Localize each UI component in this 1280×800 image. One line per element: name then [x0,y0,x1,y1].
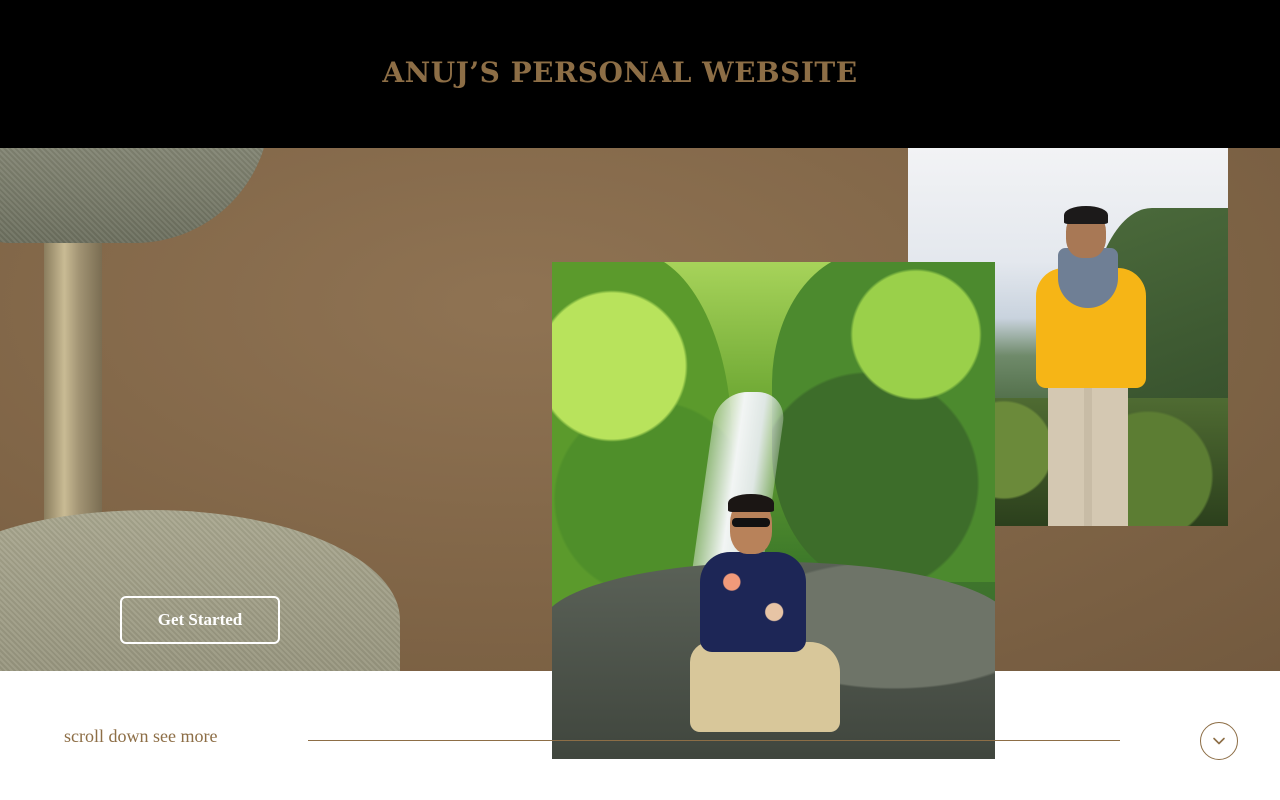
photo-person-hair [1064,206,1108,224]
photo-person-shirt [700,552,806,652]
site-header: ANUJ’S PERSONAL WEBSITE [0,0,1280,148]
site-title: ANUJ’S PERSONAL WEBSITE [382,56,858,89]
photo-person-sunglasses [732,518,770,527]
chair-backrest-decoration [0,148,270,243]
get-started-button[interactable]: Get Started [120,596,280,644]
photo-foliage-right [772,262,995,582]
chevron-down-icon [1213,737,1225,745]
man-by-waterfall-photo [552,262,995,759]
chair-seat-decoration [0,510,400,671]
photo-person-legs [1048,386,1128,526]
scroll-hint-text: scroll down see more [64,726,218,746]
chair-pole-decoration [44,243,102,528]
photo-person-pants [690,642,840,732]
photo-person-hair [728,494,774,512]
footer-divider [308,740,1120,741]
scroll-down-button[interactable] [1200,722,1238,760]
